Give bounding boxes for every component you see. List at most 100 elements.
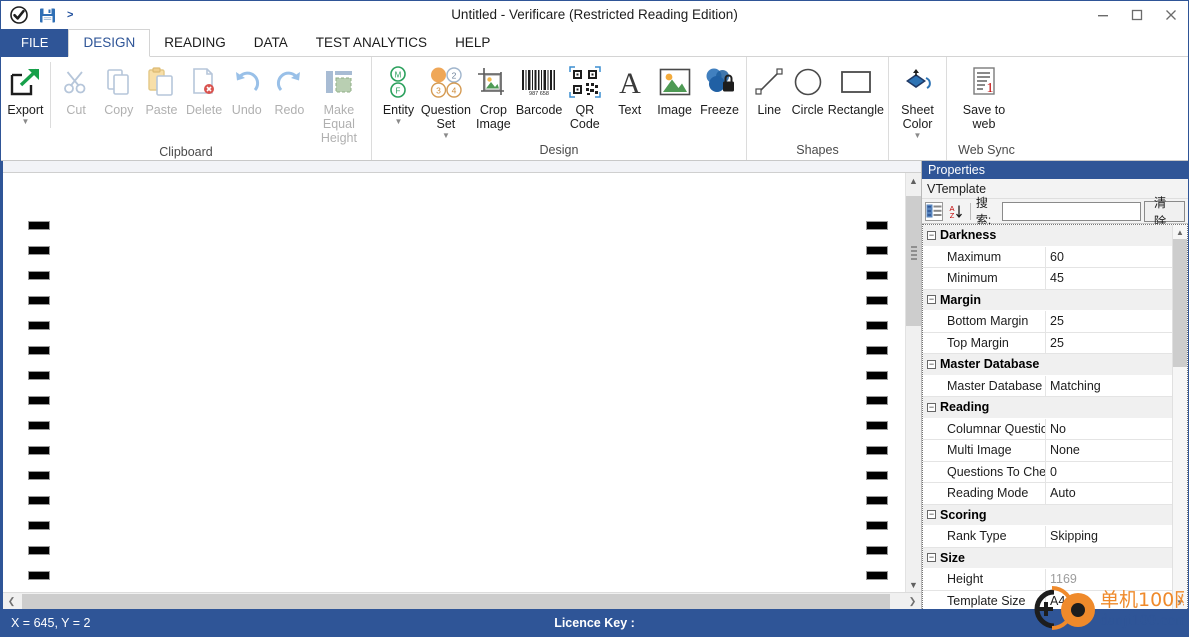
property-category-row[interactable]: − Master Database <box>923 354 1172 376</box>
timing-mark-left[interactable] <box>28 546 50 555</box>
property-value[interactable]: Matching <box>1046 375 1172 397</box>
property-value[interactable]: 45 <box>1046 268 1172 290</box>
property-row[interactable]: Minimum 45 <box>923 268 1172 290</box>
timing-mark-right[interactable] <box>866 521 888 530</box>
entity-button[interactable]: M F Entity ▼ <box>376 60 421 126</box>
categorized-view-icon[interactable] <box>925 201 944 221</box>
canvas-vscroll-track[interactable] <box>905 188 921 577</box>
timing-mark-left[interactable] <box>28 521 50 530</box>
property-category-row[interactable]: − Size <box>923 547 1172 569</box>
export-dropdown-caret-icon[interactable]: ▼ <box>22 118 30 126</box>
timing-mark-left[interactable] <box>28 421 50 430</box>
rectangle-button[interactable]: Rectangle <box>828 60 884 117</box>
properties-grid-rows[interactable]: − Darkness Maximum 60 Minimum 45− Margin Bottom… <box>923 225 1172 609</box>
delete-button[interactable]: Delete <box>183 60 226 117</box>
line-button[interactable]: Line <box>751 60 788 117</box>
property-row[interactable]: Template Size A4 <box>923 590 1172 609</box>
canvas-horizontal-scrollbar[interactable]: ❮ ❯ <box>3 592 921 609</box>
customize-quick-access-chevron-icon[interactable]: > <box>65 9 73 21</box>
sheet-color-button[interactable]: Sheet Color ▼ <box>893 60 942 140</box>
timing-mark-right[interactable] <box>866 346 888 355</box>
category-collapse-icon[interactable]: − <box>923 295 940 305</box>
crop-image-button[interactable]: Crop Image <box>471 60 516 131</box>
property-category-row[interactable]: − Margin <box>923 289 1172 311</box>
property-row[interactable]: Height 1169 <box>923 569 1172 591</box>
timing-mark-left[interactable] <box>28 496 50 505</box>
tab-reading[interactable]: READING <box>150 29 240 57</box>
sheet-color-dropdown-caret-icon[interactable]: ▼ <box>914 132 922 140</box>
qr-code-button[interactable]: QR Code <box>562 60 607 131</box>
timing-mark-left[interactable] <box>28 321 50 330</box>
circle-button[interactable]: Circle <box>788 60 828 117</box>
property-value[interactable]: None <box>1046 440 1172 462</box>
property-row[interactable]: Columnar Question...No <box>923 418 1172 440</box>
category-collapse-icon[interactable]: − <box>923 553 940 563</box>
property-category-row[interactable]: − Darkness <box>923 225 1172 247</box>
property-value[interactable]: Auto <box>1046 483 1172 505</box>
category-collapse-icon[interactable]: − <box>923 359 940 369</box>
make-equal-height-button[interactable]: Make Equal Height <box>311 60 367 145</box>
property-value[interactable]: Skipping <box>1046 526 1172 548</box>
properties-grid[interactable]: − Darkness Maximum 60 Minimum 45− Margin Bottom… <box>922 224 1188 609</box>
canvas-scroll-down-icon[interactable]: ▼ <box>906 577 922 592</box>
property-value[interactable]: 25 <box>1046 332 1172 354</box>
property-row[interactable]: Rank Type Skipping <box>923 526 1172 548</box>
timing-mark-left[interactable] <box>28 371 50 380</box>
properties-scroll-down-icon[interactable]: ▼ <box>1173 595 1188 609</box>
property-value[interactable]: 25 <box>1046 311 1172 333</box>
tab-file[interactable]: FILE <box>1 29 69 57</box>
property-row[interactable]: Maximum 60 <box>923 246 1172 268</box>
paste-button[interactable]: Paste <box>140 60 183 117</box>
properties-scroll-up-icon[interactable]: ▲ <box>1173 225 1188 239</box>
category-collapse-icon[interactable]: − <box>923 510 940 520</box>
properties-scroll-track[interactable] <box>1172 239 1187 595</box>
barcode-button[interactable]: 987 658 Barcode <box>516 60 562 117</box>
property-row[interactable]: Reading Mode Auto <box>923 483 1172 505</box>
template-sheet[interactable] <box>3 173 921 592</box>
canvas-scroll-up-icon[interactable]: ▲ <box>906 173 922 188</box>
timing-mark-left[interactable] <box>28 471 50 480</box>
export-button[interactable]: Export ▼ <box>5 60 46 126</box>
timing-mark-right[interactable] <box>866 496 888 505</box>
timing-mark-right[interactable] <box>866 396 888 405</box>
timing-mark-right[interactable] <box>866 321 888 330</box>
property-row[interactable]: Top Margin 25 <box>923 332 1172 354</box>
canvas-vertical-scrollbar[interactable]: ▲ ▼ <box>905 173 921 592</box>
property-category-row[interactable]: − Reading <box>923 397 1172 419</box>
property-row[interactable]: Bottom Margin 25 <box>923 311 1172 333</box>
timing-mark-right[interactable] <box>866 421 888 430</box>
property-row[interactable]: Multi Image None <box>923 440 1172 462</box>
text-button[interactable]: A Text <box>607 60 652 117</box>
template-canvas[interactable]: ▲ ▼ <box>3 173 921 592</box>
timing-mark-left[interactable] <box>28 396 50 405</box>
category-collapse-icon[interactable]: − <box>923 230 940 240</box>
canvas-splitter-grip[interactable] <box>910 246 917 260</box>
property-value[interactable]: No <box>1046 418 1172 440</box>
question-set-button[interactable]: 2 3 4 Question Set ▼ <box>421 60 471 140</box>
freeze-button[interactable]: Freeze <box>697 60 742 117</box>
timing-mark-left[interactable] <box>28 296 50 305</box>
minimize-button[interactable] <box>1086 1 1120 29</box>
undo-button[interactable]: Undo <box>225 60 268 117</box>
maximize-button[interactable] <box>1120 1 1154 29</box>
question-set-dropdown-caret-icon[interactable]: ▼ <box>442 132 450 140</box>
entity-dropdown-caret-icon[interactable]: ▼ <box>394 118 402 126</box>
canvas-scroll-left-icon[interactable]: ❮ <box>3 593 20 610</box>
timing-mark-right[interactable] <box>866 471 888 480</box>
properties-search-input[interactable] <box>1001 201 1141 221</box>
copy-button[interactable]: Copy <box>97 60 140 117</box>
property-value[interactable]: A4 <box>1046 590 1172 609</box>
canvas-scroll-right-icon[interactable]: ❯ <box>904 593 921 610</box>
alphabetical-sort-icon[interactable]: A Z <box>946 202 965 221</box>
property-value[interactable]: 0 <box>1046 461 1172 483</box>
timing-mark-right[interactable] <box>866 271 888 280</box>
tab-test-analytics[interactable]: TEST ANALYTICS <box>302 29 441 57</box>
property-row[interactable]: Questions To Check0 <box>923 461 1172 483</box>
timing-mark-left[interactable] <box>28 221 50 230</box>
tab-design[interactable]: DESIGN <box>68 29 151 57</box>
timing-mark-right[interactable] <box>866 246 888 255</box>
category-collapse-icon[interactable]: − <box>923 402 940 412</box>
timing-mark-left[interactable] <box>28 246 50 255</box>
properties-scroll-thumb[interactable] <box>1172 239 1187 367</box>
save-to-web-button[interactable]: 1 Save to web <box>951 60 1017 131</box>
